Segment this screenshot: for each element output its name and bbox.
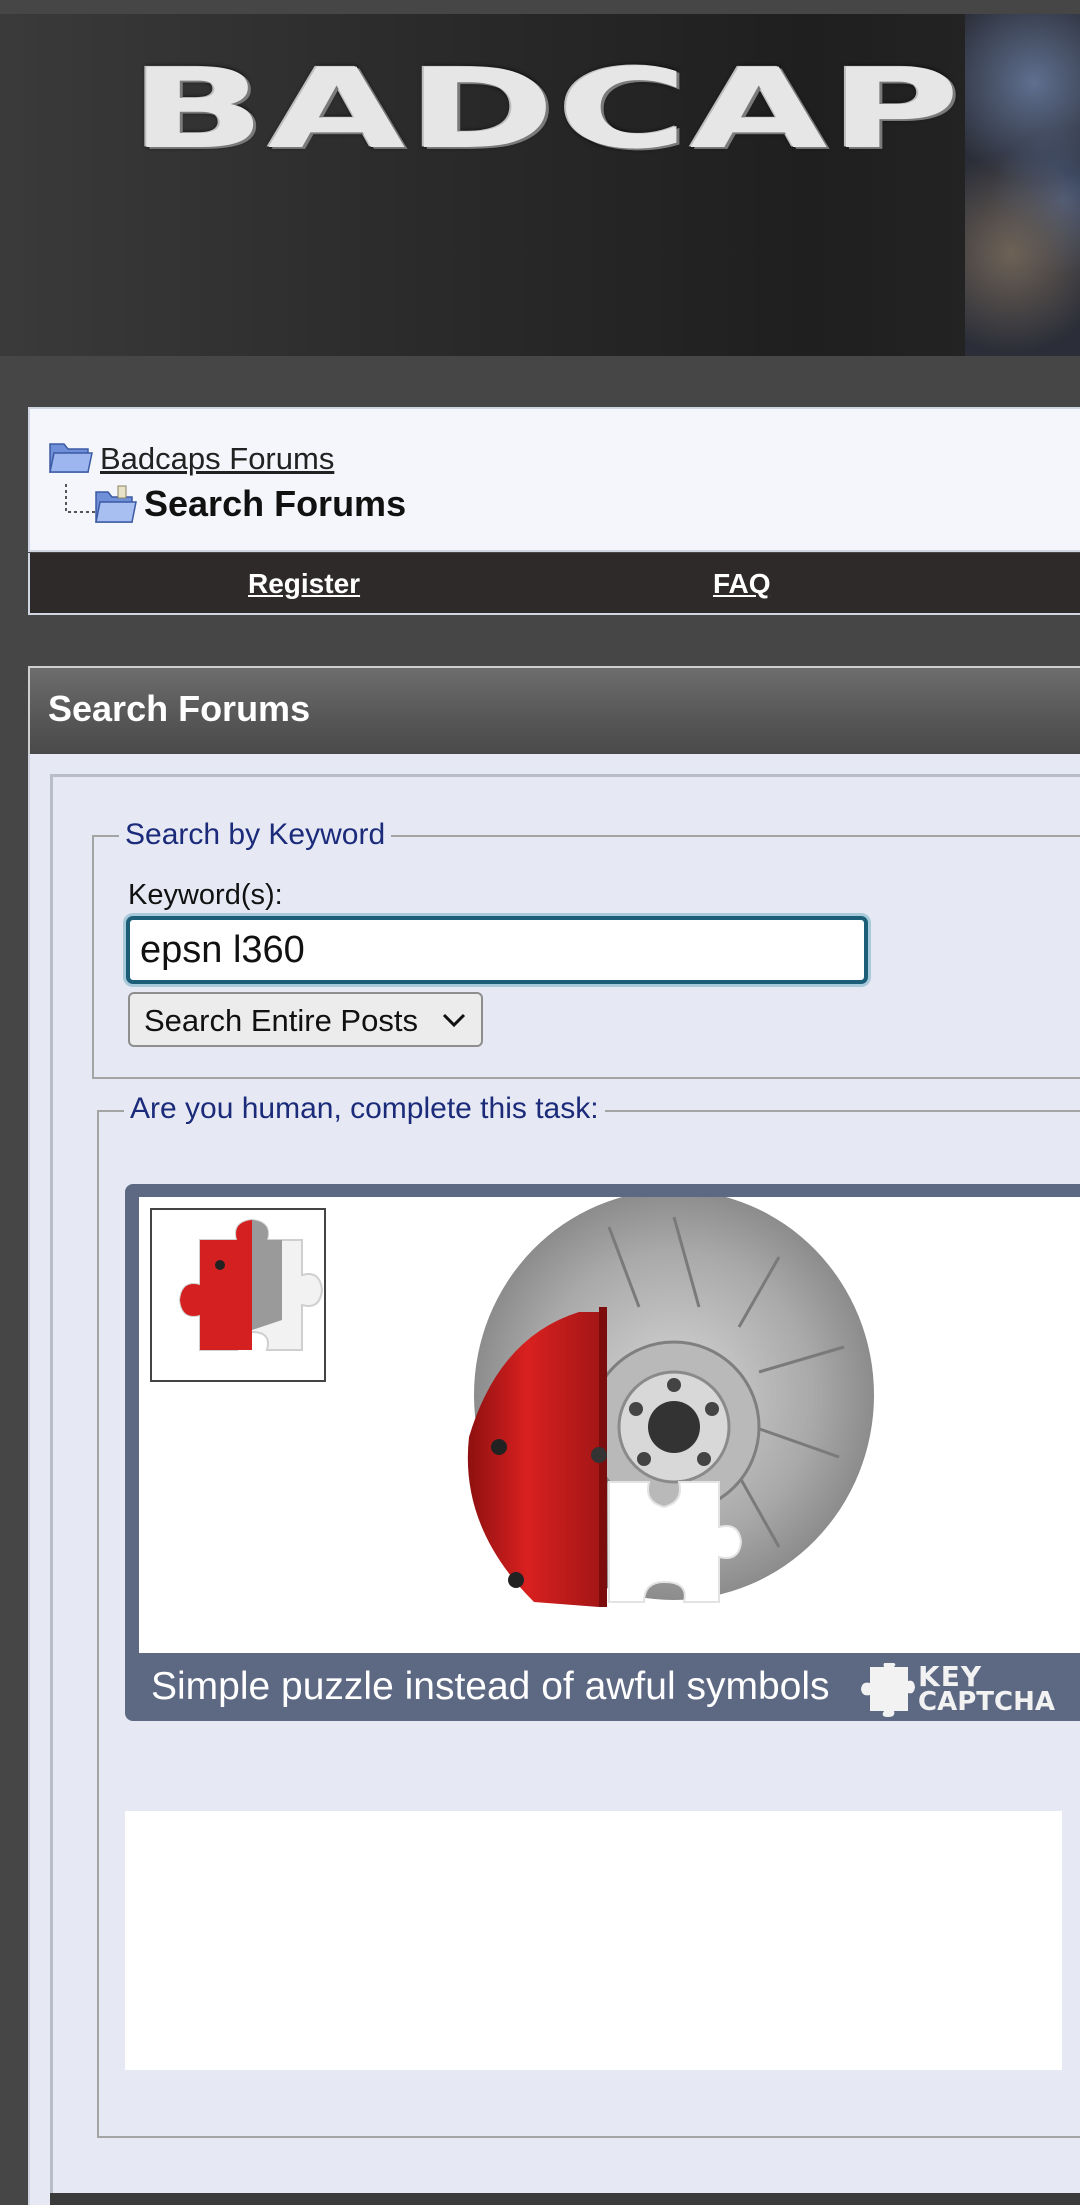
captcha-caption: Simple puzzle instead of awful symbols — [151, 1665, 830, 1708]
puzzle-piece-icon[interactable] — [152, 1210, 324, 1380]
site-header-banner[interactable]: BADCAP — [0, 14, 1080, 356]
keycaptcha-logo[interactable]: KEY CAPTCHA — [860, 1661, 1080, 1717]
search-scope-select-value: Search Entire Posts — [144, 1003, 418, 1038]
captcha-fieldset-legend: Are you human, complete this task: — [124, 1092, 605, 1126]
keyword-label: Keyword(s): — [128, 879, 283, 911]
nav-bar: Register FAQ — [28, 553, 1080, 615]
nav-register-link[interactable]: Register — [248, 568, 360, 600]
keyword-search-input[interactable] — [126, 916, 868, 984]
breadcrumb — [28, 407, 1080, 552]
panel-footer-bar — [50, 2193, 1080, 2205]
breadcrumb-current-page: Search Forums — [144, 483, 407, 524]
folder-icon — [49, 443, 93, 473]
breadcrumb-link-home[interactable]: Badcaps Forums — [100, 441, 334, 477]
keycaptcha-puzzle-icon — [861, 1663, 915, 1717]
panel-title: Search Forums — [48, 688, 311, 729]
folder-open-icon — [95, 485, 137, 523]
captcha-submit-area — [125, 1811, 1062, 2070]
keycaptcha-logo-word-captcha: CAPTCHA — [918, 1687, 1055, 1717]
search-scope-select[interactable]: Search Entire Posts — [128, 992, 483, 1047]
site-logo[interactable]: BADCAP — [130, 54, 962, 164]
chevron-down-icon — [442, 1013, 466, 1028]
logo-artwork — [965, 14, 1080, 356]
draggable-puzzle-piece-container[interactable] — [150, 1208, 326, 1382]
nav-faq-link[interactable]: FAQ — [713, 568, 771, 600]
keyword-fieldset-legend: Search by Keyword — [119, 818, 392, 852]
